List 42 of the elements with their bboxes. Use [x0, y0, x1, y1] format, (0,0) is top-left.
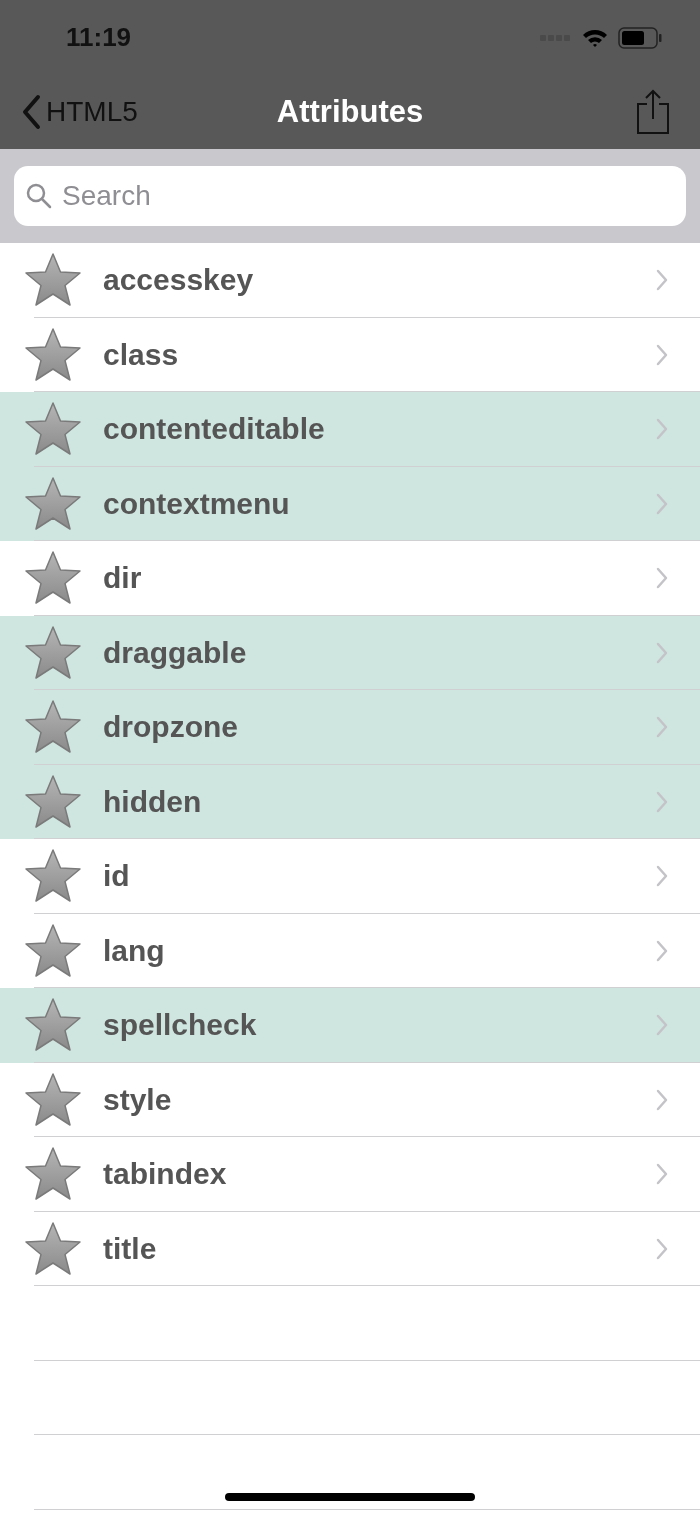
chevron-icon — [656, 343, 668, 366]
battery-icon — [618, 26, 662, 49]
chevron-icon — [656, 418, 668, 441]
wifi-icon — [582, 27, 608, 48]
star-icon — [24, 401, 82, 458]
attribute-list-item[interactable]: contenteditable — [0, 392, 700, 467]
star-icon — [24, 922, 82, 979]
chevron-icon — [656, 492, 668, 515]
chevron-icon — [656, 269, 668, 292]
star-icon — [24, 1220, 82, 1277]
star-icon — [24, 997, 82, 1054]
star-icon — [24, 624, 82, 681]
star-icon — [24, 326, 82, 383]
search-field[interactable]: Search — [14, 166, 686, 226]
star-icon — [24, 699, 82, 756]
attribute-list-item[interactable]: spellcheck — [0, 988, 700, 1063]
star-icon — [24, 252, 82, 309]
attribute-list-item[interactable]: draggable — [0, 615, 700, 690]
star-icon — [24, 1146, 82, 1203]
attribute-list-item[interactable]: dropzone — [0, 690, 700, 765]
chevron-icon — [656, 1237, 668, 1260]
star-icon — [24, 475, 82, 532]
star-icon — [24, 1071, 82, 1128]
back-chevron-icon — [20, 94, 42, 130]
chevron-icon — [656, 865, 668, 888]
star-icon — [24, 550, 82, 607]
chevron-icon — [656, 1088, 668, 1111]
status-time: 11:19 — [66, 22, 132, 53]
chevron-icon — [656, 716, 668, 739]
chevron-icon — [656, 1014, 668, 1037]
chevron-icon — [656, 567, 668, 590]
attribute-list-item[interactable]: hidden — [0, 764, 700, 839]
chevron-icon — [656, 790, 668, 813]
attribute-list-item[interactable]: contextmenu — [0, 466, 700, 541]
chevron-icon — [656, 939, 668, 962]
search-icon — [26, 183, 52, 209]
share-button[interactable] — [636, 89, 670, 135]
star-icon — [24, 773, 82, 830]
nav-title: Attributes — [276, 94, 424, 130]
chevron-icon — [656, 1163, 668, 1186]
star-icon — [24, 848, 82, 905]
chevron-icon — [656, 641, 668, 664]
